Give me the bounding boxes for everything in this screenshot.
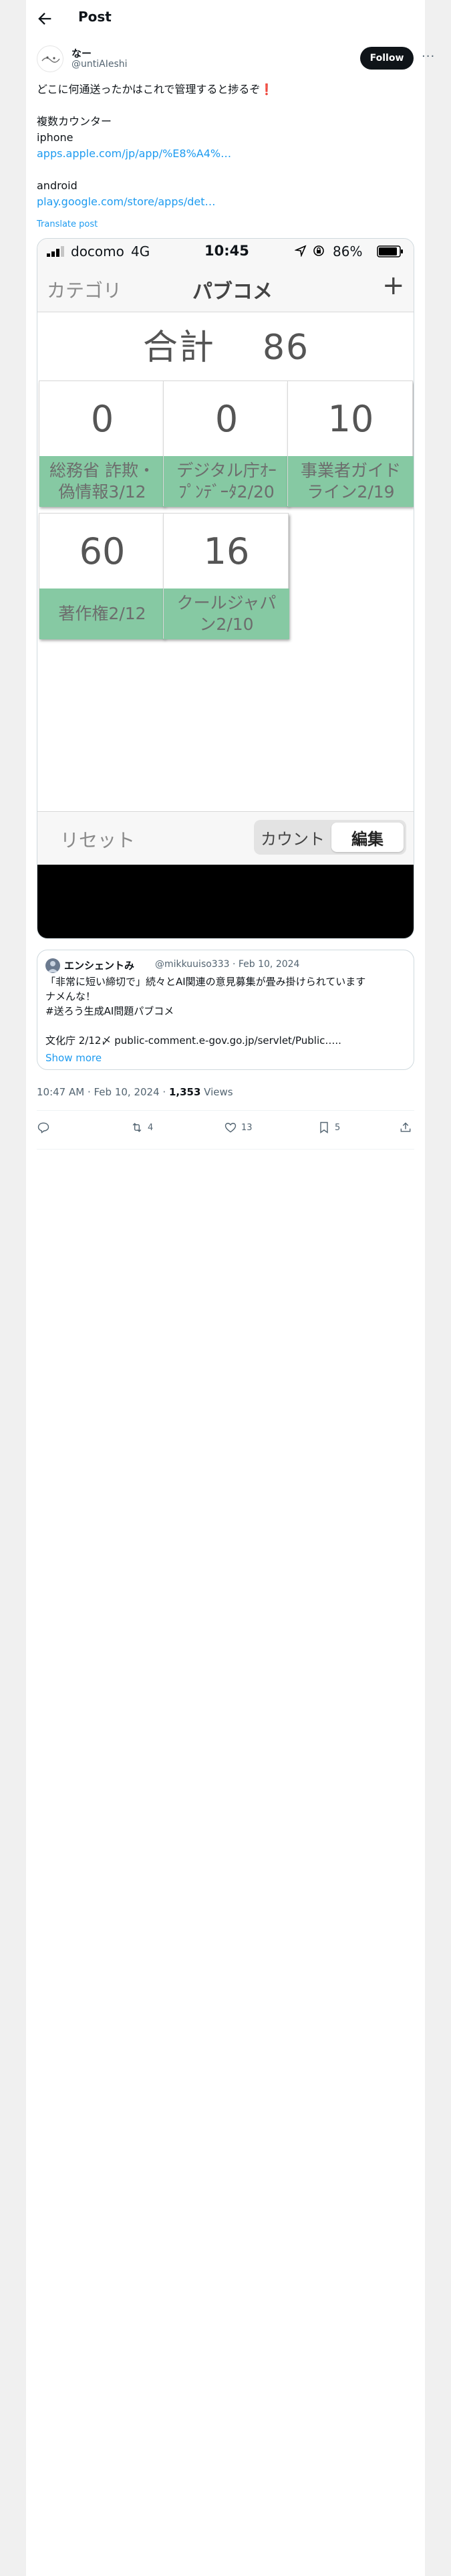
more-options-icon[interactable]: ··· bbox=[422, 49, 435, 64]
counter-cell[interactable]: 0 デジタル庁ｵｰ ﾌﾟﾝﾃﾞｰﾀ2/20 bbox=[163, 381, 289, 507]
heart-icon bbox=[224, 1123, 237, 1133]
counter-label: デジタル庁ｵｰ ﾌﾟﾝﾃﾞｰﾀ2/20 bbox=[164, 456, 289, 507]
post-metadata: 10:47 AM · Feb 10, 2024 · 1,353 Views bbox=[37, 1086, 233, 1098]
avatar-doodle-icon bbox=[41, 56, 60, 63]
add-icon[interactable]: + bbox=[382, 272, 405, 299]
quoted-avatar-icon bbox=[47, 961, 58, 972]
location-arrow-icon bbox=[295, 245, 307, 257]
post-line bbox=[37, 162, 414, 178]
divider bbox=[37, 1110, 414, 1111]
network-type: 4G bbox=[131, 243, 150, 259]
bookmark-icon bbox=[320, 1121, 328, 1134]
app-navbar: カテゴリ パブコメ + bbox=[37, 263, 414, 312]
counter-label: クールジャパ ン2/10 bbox=[164, 588, 289, 639]
header: Post bbox=[26, 0, 425, 37]
counter-value: 60 bbox=[79, 530, 126, 572]
total-label: 合計 bbox=[142, 328, 215, 368]
quoted-line: ナメんな！ bbox=[45, 990, 96, 1002]
quoted-post[interactable]: エンシェントみ @mikkuuiso333 · Feb 10, 2024 「非常… bbox=[37, 950, 414, 1070]
reply-button[interactable] bbox=[37, 1121, 54, 1134]
status-time: 10:45 bbox=[204, 243, 249, 259]
battery-icon bbox=[377, 245, 403, 257]
action-bar: 4 13 5 bbox=[37, 1118, 414, 1142]
share-button[interactable] bbox=[399, 1121, 416, 1134]
black-area bbox=[37, 865, 414, 938]
user-handle[interactable]: @untiAIeshi bbox=[71, 59, 128, 70]
counter-value: 16 bbox=[203, 530, 250, 572]
divider bbox=[37, 1149, 414, 1150]
reply-icon bbox=[37, 1122, 49, 1134]
hashtag-link[interactable]: #送ろう生成AI問題パブコメ bbox=[45, 1004, 406, 1018]
share-icon bbox=[400, 1122, 411, 1132]
views-count: 1,353 bbox=[168, 1086, 201, 1098]
post-line bbox=[37, 98, 414, 114]
mode-segmented-control: カウント 編集 bbox=[254, 820, 406, 855]
avatar[interactable] bbox=[37, 45, 63, 72]
display-name[interactable]: なー bbox=[71, 46, 92, 60]
app-title: パブコメ bbox=[192, 280, 273, 304]
counter-label: 著作権2/12 bbox=[39, 588, 165, 639]
post-page: Post なー @untiAIeshi Follow ··· どこに何通送ったか… bbox=[26, 0, 434, 2576]
counter-area: 合計 86 0 総務省 詐欺・ 偽情報3/12 0 デジタル庁ｵｰ ﾌﾟﾝﾃﾞｰ… bbox=[37, 312, 414, 811]
like-count: 13 bbox=[241, 1122, 253, 1133]
avatar[interactable] bbox=[45, 958, 60, 973]
total-value: 86 bbox=[262, 328, 310, 368]
post-timestamp[interactable]: 10:47 AM · Feb 10, 2024 · bbox=[37, 1086, 169, 1098]
app-bottom-bar: リセット カウント 編集 bbox=[37, 811, 414, 865]
ios-app-link[interactable]: apps.apple.com/jp/app/%E8%A4%… bbox=[37, 146, 414, 162]
post-line: 複数カウンター bbox=[37, 115, 112, 128]
quoted-line: 文化庁 2/12〆 public-comment.e-gov.go.jp/ser… bbox=[45, 1035, 341, 1047]
total-counter: 合計 86 bbox=[37, 319, 414, 369]
repost-icon bbox=[132, 1123, 142, 1132]
counter-value: 0 bbox=[214, 397, 239, 440]
page-title: Post bbox=[78, 9, 112, 25]
attached-screenshot[interactable]: docomo 4G 10:45 86% カテゴリ パブコメ + 合計 86 0 … bbox=[37, 238, 414, 939]
signal-icon bbox=[47, 246, 64, 257]
post-author: なー @untiAIeshi Follow ··· bbox=[37, 44, 434, 74]
post-line: どこに何通送ったかはこれで管理すると捗るぞ❗ bbox=[37, 83, 274, 96]
reset-button[interactable]: リセット bbox=[60, 826, 135, 853]
count-mode-button[interactable]: カウント bbox=[257, 823, 329, 852]
post-text: どこに何通送ったかはこれで管理すると捗るぞ❗ 複数カウンター iphone ap… bbox=[37, 82, 414, 210]
repost-count: 4 bbox=[148, 1122, 154, 1133]
back-arrow-icon[interactable] bbox=[35, 9, 54, 28]
counter-value: 0 bbox=[90, 397, 114, 440]
quoted-text: 「非常に短い締切で」続々とAI関連の意見募集が畳み掛けられています ナメんな！ … bbox=[45, 974, 406, 1048]
bookmark-button[interactable]: 5 bbox=[317, 1121, 340, 1134]
phone-status-bar: docomo 4G 10:45 86% bbox=[37, 239, 414, 263]
quoted-display-name[interactable]: エンシェントみ bbox=[64, 958, 134, 972]
counter-cell[interactable]: 16 クールジャパ ン2/10 bbox=[163, 513, 289, 639]
category-button[interactable]: カテゴリ bbox=[47, 276, 122, 303]
quoted-handle-date: @mikkuuiso333 · Feb 10, 2024 bbox=[155, 959, 300, 970]
post-line: iphone bbox=[37, 131, 73, 144]
android-app-link[interactable]: play.google.com/store/apps/det… bbox=[37, 194, 414, 210]
battery-percent: 86% bbox=[333, 243, 363, 259]
follow-button[interactable]: Follow bbox=[360, 47, 414, 70]
like-button[interactable]: 13 bbox=[224, 1121, 253, 1134]
edit-mode-button[interactable]: 編集 bbox=[331, 823, 404, 852]
post-line: android bbox=[37, 179, 78, 192]
counter-value: 10 bbox=[327, 397, 374, 440]
counter-cell[interactable]: 60 著作権2/12 bbox=[39, 513, 165, 639]
counter-cell[interactable]: 0 総務省 詐欺・ 偽情報3/12 bbox=[39, 381, 165, 507]
quoted-line bbox=[45, 1018, 406, 1033]
show-more-link[interactable]: Show more bbox=[45, 1052, 102, 1064]
counter-label: 事業者ガイド ライン2/19 bbox=[288, 456, 414, 507]
orientation-lock-icon bbox=[313, 245, 324, 256]
quoted-line: 「非常に短い締切で」続々とAI関連の意見募集が畳み掛けられています bbox=[45, 976, 366, 988]
views-label: Views bbox=[200, 1086, 233, 1098]
carrier-name: docomo bbox=[71, 243, 124, 259]
bookmark-count: 5 bbox=[335, 1122, 341, 1133]
translate-post-link[interactable]: Translate post bbox=[37, 219, 98, 229]
repost-button[interactable]: 4 bbox=[130, 1121, 153, 1134]
counter-label: 総務省 詐欺・ 偽情報3/12 bbox=[39, 456, 165, 507]
counter-cell[interactable]: 10 事業者ガイド ライン2/19 bbox=[287, 381, 414, 507]
